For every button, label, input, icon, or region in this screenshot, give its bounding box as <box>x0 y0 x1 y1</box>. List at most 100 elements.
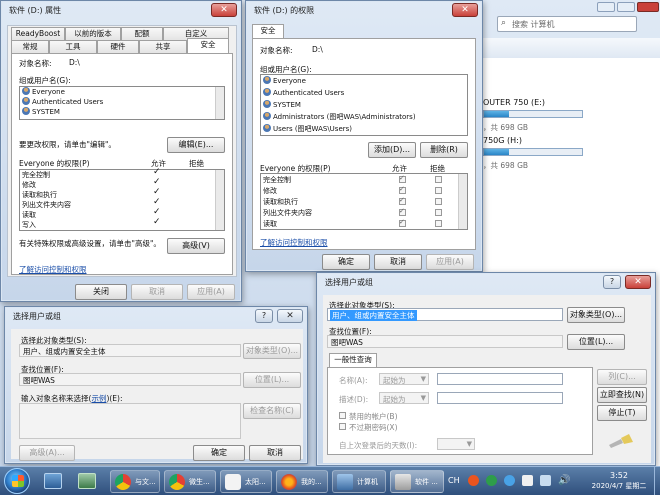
perm-list-scrollbar[interactable] <box>215 170 224 230</box>
sel1-object-types-button[interactable]: 对象类型(O)... <box>243 343 301 359</box>
sel2-help-icon[interactable]: ? <box>603 275 621 289</box>
props-cancel-button[interactable]: 取消 <box>131 284 183 300</box>
perm-ok-button[interactable]: 确定 <box>322 254 370 270</box>
maximize-icon[interactable] <box>617 2 635 12</box>
allow-checkbox[interactable] <box>399 207 406 216</box>
taskbar: 与文... 微生... 太阳... 我的... 计算机 软件 ... CH 🔊 … <box>0 466 660 495</box>
sel2-locations-button[interactable]: 位置(L)... <box>567 334 625 350</box>
deny-checkbox[interactable] <box>435 176 442 183</box>
sel1-examples-link[interactable]: 示例 <box>91 394 106 403</box>
taskbar-item-app[interactable]: 太阳... <box>220 470 272 493</box>
tab-security[interactable]: 安全 <box>187 38 229 53</box>
flag-icon[interactable] <box>522 475 533 486</box>
start-button[interactable] <box>4 468 30 494</box>
props-apply-button[interactable]: 应用(A) <box>187 284 235 300</box>
sel2-desc-starts-select[interactable]: 起始为 ▼ <box>379 392 429 404</box>
search-placeholder: 搜索 计算机 <box>512 20 555 29</box>
list-item[interactable]: Users (图吧WAS\Users) <box>261 124 467 134</box>
drive-e-item[interactable]: OUTER 750 (E:) ，共 698 GB <box>475 98 655 138</box>
perm-user-list[interactable]: Everyone Authenticated Users SYSTEM Admi… <box>260 74 468 136</box>
list-item[interactable]: Authenticated Users <box>261 88 467 98</box>
perm-row: 完全控制 <box>22 171 50 179</box>
sel2-name-input[interactable] <box>437 373 563 385</box>
sel1-cancel-button[interactable]: 取消 <box>249 445 301 461</box>
input-language-indicator[interactable]: CH <box>448 476 460 485</box>
sel1-ok-button[interactable]: 确定 <box>193 445 245 461</box>
access-control-link[interactable]: 了解访问控制和权限 <box>19 264 87 275</box>
taskbar-item-chrome-1[interactable]: 与文... <box>110 470 160 493</box>
deny-checkbox[interactable] <box>435 220 442 227</box>
user-list-scrollbar[interactable] <box>215 87 224 119</box>
show-desktop-button[interactable] <box>654 467 660 495</box>
explorer-close-icon[interactable] <box>637 2 659 12</box>
sel1-names-input[interactable] <box>19 403 241 439</box>
sel2-tab-common-queries[interactable]: 一般性查询 <box>329 353 377 368</box>
drive-h-item[interactable]: 750G (H:) ，共 698 GB <box>475 136 655 176</box>
perm-access-control-link[interactable]: 了解访问控制和权限 <box>260 237 328 248</box>
minimize-icon[interactable] <box>597 2 615 12</box>
advanced-button[interactable]: 高级(V) <box>167 238 225 254</box>
sel1-check-names-button[interactable]: 检查名称(C) <box>243 403 301 419</box>
allow-checkbox[interactable] <box>399 185 406 194</box>
sel2-name-starts-select[interactable]: 起始为 ▼ <box>379 373 429 385</box>
search-input[interactable]: 搜索 计算机 ⌕ <box>497 16 637 32</box>
taskbar-item-firefox[interactable]: 我的... <box>276 470 328 493</box>
perm-cancel-button[interactable]: 取消 <box>374 254 422 270</box>
cloud-icon[interactable] <box>504 475 515 486</box>
network-icon[interactable] <box>540 475 551 486</box>
list-item[interactable]: Administrators (图吧WAS\Administrators) <box>261 112 467 122</box>
allow-checkbox[interactable] <box>399 218 406 227</box>
list-item[interactable]: Everyone <box>20 87 224 97</box>
antivirus-icon[interactable] <box>486 475 497 486</box>
sel2-no-expire-checkbox[interactable] <box>339 423 346 430</box>
tab-previous-versions[interactable]: 以前的版本 <box>65 27 121 40</box>
deny-checkbox[interactable] <box>435 209 442 216</box>
clock[interactable]: 3:52 2020/4/7 星期二 <box>586 470 652 492</box>
tab-general[interactable]: 常规 <box>11 40 49 53</box>
tab-hardware[interactable]: 硬件 <box>97 40 139 53</box>
sel1-locations-button[interactable]: 位置(L)... <box>243 372 301 388</box>
sel2-days-select[interactable]: ▼ <box>437 438 475 450</box>
taskbar-pinned-icon[interactable] <box>44 473 62 489</box>
taskbar-item-computer[interactable]: 计算机 <box>332 470 386 493</box>
sel2-desc-input[interactable] <box>437 392 563 404</box>
tab-readyboost[interactable]: ReadyBoost <box>11 27 65 40</box>
add-button[interactable]: 添加(D)... <box>368 142 416 158</box>
user-group-icon <box>22 97 30 105</box>
perm-tab-security[interactable]: 安全 <box>252 24 284 39</box>
perm-apply-button[interactable]: 应用(A) <box>426 254 474 270</box>
tab-quota[interactable]: 配额 <box>121 27 163 40</box>
taskbar-pinned-icon[interactable] <box>78 473 96 489</box>
allow-checkbox[interactable] <box>399 196 406 205</box>
deny-checkbox[interactable] <box>435 198 442 205</box>
taskbar-item-chrome-2[interactable]: 微生... <box>164 470 216 493</box>
tab-tools[interactable]: 工具 <box>49 40 97 53</box>
edit-button[interactable]: 编辑(E)... <box>167 137 225 153</box>
user-list[interactable]: Everyone Authenticated Users SYSTEM <box>19 86 225 120</box>
list-item[interactable]: Everyone <box>261 76 467 86</box>
props-close-button[interactable]: 关闭 <box>75 284 127 300</box>
allow-checkbox[interactable] <box>399 174 406 183</box>
sel2-find-now-button[interactable]: 立即查找(N) <box>597 387 647 403</box>
permissions-close-icon[interactable]: ✕ <box>452 3 478 17</box>
sel2-stop-button[interactable]: 停止(T) <box>597 405 647 421</box>
sel2-disabled-accounts-checkbox[interactable] <box>339 412 346 419</box>
tab-sharing[interactable]: 共享 <box>139 40 187 53</box>
properties-close-icon[interactable]: ✕ <box>211 3 237 17</box>
list-item[interactable]: Authenticated Users <box>20 97 224 107</box>
sel2-object-types-button[interactable]: 对象类型(O)... <box>567 307 625 323</box>
sel2-columns-button[interactable]: 列(C)... <box>597 369 647 385</box>
perm-permission-scrollbar[interactable] <box>458 174 467 229</box>
sogou-icon[interactable] <box>468 475 479 486</box>
taskbar-item-software[interactable]: 软件 ... <box>390 470 444 493</box>
list-item[interactable]: SYSTEM <box>20 107 224 117</box>
remove-button[interactable]: 删除(R) <box>420 142 468 158</box>
deny-checkbox[interactable] <box>435 187 442 194</box>
sel2-no-expire-label: 不过期密码(X) <box>349 423 398 432</box>
sel2-close-icon[interactable]: ✕ <box>625 275 651 289</box>
sel1-advanced-button[interactable]: 高级(A)... <box>19 445 75 461</box>
sel1-help-icon[interactable]: ? <box>255 309 273 323</box>
sel1-close-icon[interactable]: ✕ <box>277 309 303 323</box>
volume-icon[interactable]: 🔊 <box>558 475 570 486</box>
list-item[interactable]: SYSTEM <box>261 100 467 110</box>
